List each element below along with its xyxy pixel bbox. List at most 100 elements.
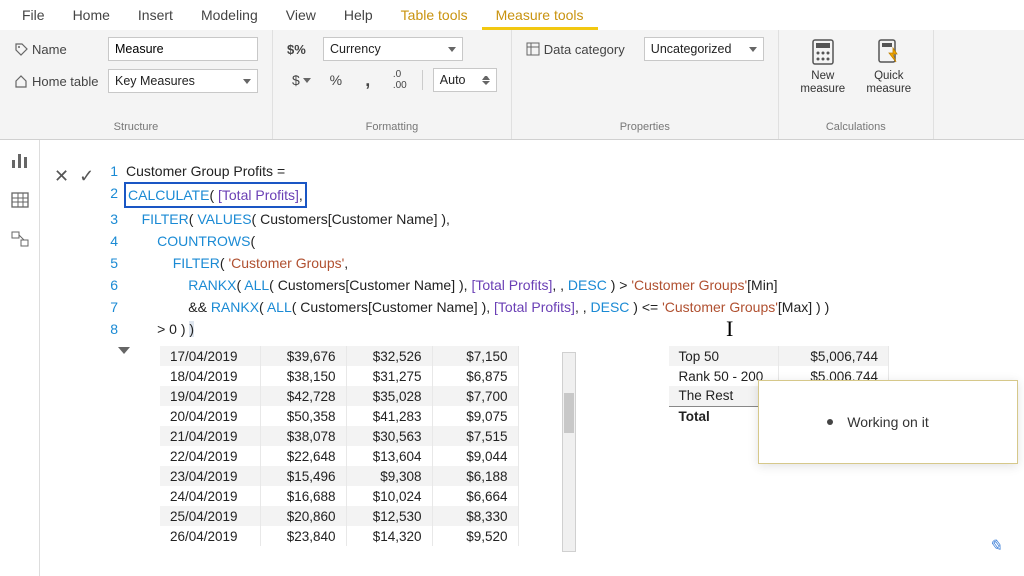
ribbon-group-structure: Name Home table Key Measures Structure	[0, 30, 273, 139]
home-table-value: Key Measures	[115, 74, 195, 88]
cell-value: $31,275	[346, 366, 432, 386]
cell-label: Top 50	[669, 346, 779, 366]
cell-value: $20,860	[260, 506, 346, 526]
chevron-down-icon	[482, 81, 490, 85]
table-row[interactable]: 21/04/2019$38,078$30,563$7,515	[160, 426, 518, 446]
chevron-down-icon	[243, 79, 251, 84]
decimal-places-select[interactable]: Auto	[433, 68, 497, 92]
tab-file[interactable]: File	[8, 0, 59, 30]
tab-insert[interactable]: Insert	[124, 0, 187, 30]
name-label: Name	[14, 42, 100, 57]
table-row[interactable]: 25/04/2019$20,860$12,530$8,330	[160, 506, 518, 526]
quick-measure-icon	[875, 38, 903, 66]
ribbon-group-calculations: New measure Quick measure Calculations	[779, 30, 934, 139]
separator	[422, 70, 423, 90]
table-row[interactable]: 19/04/2019$42,728$35,028$7,700	[160, 386, 518, 406]
cell-value: $41,283	[346, 406, 432, 426]
home-icon	[14, 74, 28, 88]
table-row[interactable]: 18/04/2019$38,150$31,275$6,875	[160, 366, 518, 386]
cell-value: $7,515	[432, 426, 518, 446]
tab-help[interactable]: Help	[330, 0, 387, 30]
table-row[interactable]: 22/04/2019$22,648$13,604$9,044	[160, 446, 518, 466]
tab-measure-tools[interactable]: Measure tools	[482, 0, 598, 30]
table-row[interactable]: 24/04/2019$16,688$10,024$6,664	[160, 486, 518, 506]
scrollbar[interactable]	[562, 352, 576, 552]
tab-table-tools[interactable]: Table tools	[387, 0, 482, 30]
text-cursor: I	[726, 316, 728, 336]
loading-text: Working on it	[847, 414, 928, 430]
table-row[interactable]: 20/04/2019$50,358$41,283$9,075	[160, 406, 518, 426]
table-row[interactable]: 17/04/2019$39,676$32,526$7,150	[160, 346, 518, 366]
data-category-value: Uncategorized	[651, 42, 732, 56]
cell-value: $7,150	[432, 346, 518, 366]
left-data-table[interactable]: 17/04/2019$39,676$32,526$7,15018/04/2019…	[160, 346, 519, 546]
table-row[interactable]: Top 50$5,006,744	[669, 346, 889, 366]
new-measure-label: New measure	[800, 70, 845, 96]
ribbon-group-formatting: $% Currency $ % , .0.00 Auto	[273, 30, 512, 139]
cell-value: $9,044	[432, 446, 518, 466]
currency-button[interactable]: $	[287, 68, 316, 92]
formula-bar: ✕ ✓ 1Customer Group Profits = 2CALCULATE…	[48, 160, 1024, 340]
cell-value: $30,563	[346, 426, 432, 446]
group-label-formatting: Formatting	[287, 117, 497, 139]
quick-measure-button[interactable]: Quick measure	[859, 36, 919, 117]
format-label: $%	[287, 42, 315, 57]
cell-value: $22,648	[260, 446, 346, 466]
cell-value: $9,520	[432, 526, 518, 546]
decimal-places-value: Auto	[440, 73, 466, 87]
percent-button[interactable]: %	[324, 68, 348, 92]
data-category-select[interactable]: Uncategorized	[644, 37, 764, 61]
cell-value: $35,028	[346, 386, 432, 406]
cell-value: $39,676	[260, 346, 346, 366]
measure-name-input[interactable]	[108, 37, 258, 61]
chevron-down-icon	[303, 78, 311, 83]
cell-value: $12,530	[346, 506, 432, 526]
ribbon: Name Home table Key Measures Structure	[0, 30, 1024, 140]
model-icon	[10, 230, 30, 250]
format-value: Currency	[330, 42, 381, 56]
spinner-icon	[827, 419, 833, 425]
format-select[interactable]: Currency	[323, 37, 463, 61]
model-view-button[interactable]	[0, 220, 39, 260]
cell-value: $6,188	[432, 466, 518, 486]
quick-measure-label: Quick measure	[866, 70, 911, 96]
cell-date: 23/04/2019	[160, 466, 260, 486]
cell-value: $23,840	[260, 526, 346, 546]
cell-value: $32,526	[346, 346, 432, 366]
cell-value: $7,700	[432, 386, 518, 406]
cell-value: $50,358	[260, 406, 346, 426]
group-label-structure: Structure	[14, 117, 258, 139]
tag-icon	[14, 42, 28, 56]
cancel-formula-button[interactable]: ✕	[54, 166, 69, 187]
table-row[interactable]: 26/04/2019$23,840$14,320$9,520	[160, 526, 518, 546]
cell-value: $42,728	[260, 386, 346, 406]
cell-date: 20/04/2019	[160, 406, 260, 426]
cell-date: 19/04/2019	[160, 386, 260, 406]
scroll-thumb[interactable]	[564, 393, 574, 433]
chevron-up-icon	[482, 76, 490, 80]
tab-modeling[interactable]: Modeling	[187, 0, 272, 30]
dax-editor[interactable]: 1Customer Group Profits = 2CALCULATE( [T…	[108, 160, 1024, 340]
commit-formula-button[interactable]: ✓	[79, 166, 94, 187]
group-label-properties: Properties	[526, 117, 764, 139]
cell-value: $16,688	[260, 486, 346, 506]
tab-view[interactable]: View	[272, 0, 330, 30]
group-label-calculations: Calculations	[793, 117, 919, 139]
category-icon	[526, 42, 540, 56]
decrease-decimal-button[interactable]: .0.00	[388, 68, 412, 92]
new-measure-button[interactable]: New measure	[793, 36, 853, 117]
cell-date: 26/04/2019	[160, 526, 260, 546]
cell-value: $6,664	[432, 486, 518, 506]
report-view-button[interactable]	[0, 140, 39, 180]
chart-icon	[10, 150, 30, 170]
cell-date: 22/04/2019	[160, 446, 260, 466]
data-view-button[interactable]	[0, 180, 39, 220]
cell-value: $38,078	[260, 426, 346, 446]
tab-home[interactable]: Home	[59, 0, 124, 30]
table-row[interactable]: 23/04/2019$15,496$9,308$6,188	[160, 466, 518, 486]
home-table-select[interactable]: Key Measures	[108, 69, 258, 93]
watermark-icon: ✎	[989, 536, 1002, 556]
thousands-button[interactable]: ,	[356, 68, 380, 92]
cell-value: $6,875	[432, 366, 518, 386]
cell-value: $10,024	[346, 486, 432, 506]
